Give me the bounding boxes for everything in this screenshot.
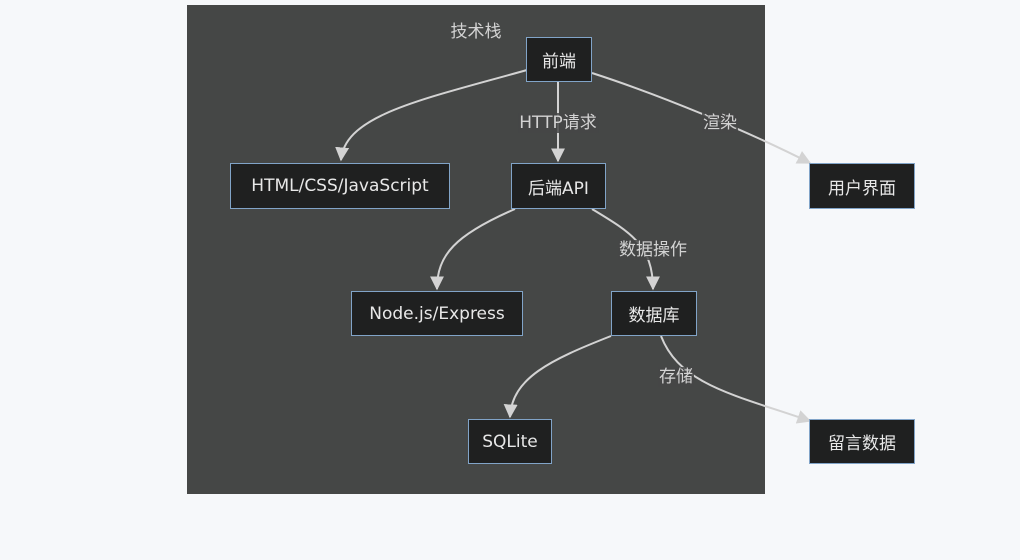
edge-db-sqlite: [503, 335, 612, 419]
node-sqlite[interactable]: SQLite: [468, 419, 552, 464]
edge-label-data-operation: 数据操作: [618, 240, 688, 260]
node-backend-api[interactable]: 后端API: [511, 163, 606, 209]
edge-label-http-request: HTTP请求: [518, 113, 598, 133]
node-message-data[interactable]: 留言数据: [809, 419, 915, 464]
edge-frontend-html: [335, 69, 528, 162]
node-user-interface[interactable]: 用户界面: [809, 163, 915, 209]
edge-backend-node: [430, 208, 516, 291]
edge-label-render: 渲染: [702, 113, 738, 133]
node-html-css-js[interactable]: HTML/CSS/JavaScript: [230, 163, 450, 209]
node-frontend[interactable]: 前端: [526, 37, 592, 82]
node-database[interactable]: 数据库: [611, 291, 697, 336]
edge-label-store: 存储: [658, 367, 694, 387]
node-node-express[interactable]: Node.js/Express: [351, 291, 523, 336]
edge-frontend-ui: [591, 72, 812, 164]
diagram-canvas: 技术栈 前端 HTML/CSS/JavaScript 后端API 用户界面 No…: [0, 0, 1020, 560]
edges-layer: [335, 69, 812, 424]
